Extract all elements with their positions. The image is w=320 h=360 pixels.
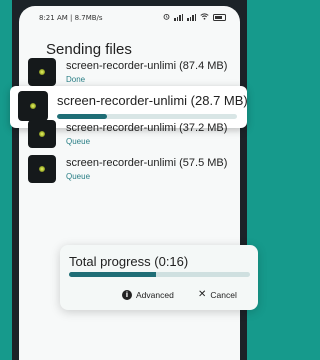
cancel-label: Cancel (210, 290, 237, 300)
file-size: (28.7 MB) (190, 93, 248, 108)
file-size: (87.4 MB) (179, 60, 228, 72)
file-name: screen-recorder-unlimi (66, 157, 177, 169)
total-progress-panel: Total progress (0:16) i Advanced ✕ Cance… (60, 245, 258, 310)
video-thumbnail (28, 58, 56, 86)
file-progress-fill (57, 114, 108, 119)
file-name: screen-recorder-unlimi (66, 60, 177, 72)
status-time: 8:21 AM | 8.7MB/s (39, 14, 103, 22)
file-progress-bar (57, 114, 237, 119)
file-size: (57.5 MB) (179, 157, 228, 169)
status-bar: 8:21 AM | 8.7MB/s (19, 12, 240, 26)
total-progress-bar (69, 272, 250, 277)
file-row[interactable]: screen-recorder-unlimi (87.4 MB) Done (26, 58, 228, 88)
battery-icon (213, 14, 226, 21)
file-row[interactable]: screen-recorder-unlimi (37.2 MB) Queue (26, 120, 228, 150)
total-progress-title: Total progress (0:16) (69, 254, 189, 269)
total-progress-fill (69, 272, 156, 277)
signal-icon (174, 14, 183, 21)
video-thumbnail (28, 155, 56, 183)
file-status: Done (66, 75, 86, 84)
advanced-button[interactable]: i Advanced (122, 287, 174, 303)
close-icon: ✕ (198, 289, 207, 300)
file-status: Queue (66, 137, 91, 146)
file-name: screen-recorder-unlimi (57, 93, 188, 108)
signal-icon-2 (187, 14, 196, 21)
alarm-icon (163, 13, 170, 22)
cancel-button[interactable]: ✕ Cancel (198, 287, 237, 303)
wifi-icon (200, 13, 209, 22)
status-icons (163, 13, 226, 22)
file-status: Queue (66, 172, 91, 181)
file-name: screen-recorder-unlimi (66, 122, 177, 134)
page-title: Sending files (46, 41, 132, 58)
video-thumbnail (28, 120, 56, 148)
file-row[interactable]: screen-recorder-unlimi (57.5 MB) Queue (26, 155, 228, 185)
info-icon: i (122, 290, 132, 300)
file-size: (37.2 MB) (179, 122, 228, 134)
video-thumbnail (18, 91, 48, 121)
advanced-label: Advanced (136, 290, 174, 300)
